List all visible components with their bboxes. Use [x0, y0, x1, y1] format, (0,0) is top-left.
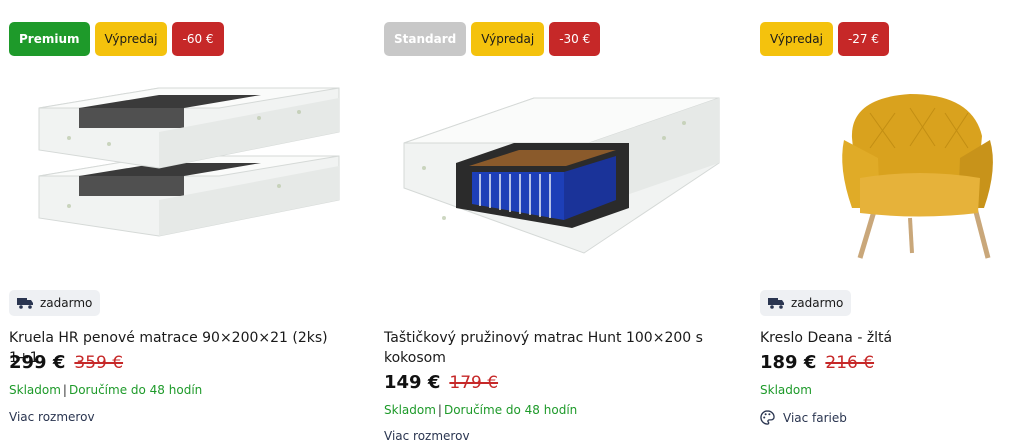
old-price: 359 €: [74, 353, 124, 373]
discount-badge: -27 €: [837, 22, 890, 56]
product-image[interactable]: [760, 68, 1024, 276]
palette-icon: [760, 410, 775, 425]
current-price: 189 €: [760, 352, 817, 373]
truck-icon: [768, 298, 784, 309]
pocket-spring-mattress-image: [403, 97, 720, 254]
stock-status: Skladom: [760, 383, 812, 397]
free-delivery-badge: zadarmo: [760, 290, 852, 316]
product-image[interactable]: [9, 68, 355, 276]
stock-status: Skladom | Doručíme do 48 hodín: [9, 383, 202, 397]
truck-icon: [17, 298, 33, 309]
discount-badge: -60 €: [172, 22, 224, 56]
sale-badge: Výpredaj: [471, 22, 545, 56]
more-sizes-link[interactable]: Viac rozmerov: [9, 410, 95, 424]
delivery-time: Doručíme do 48 hodín: [68, 383, 203, 397]
price-row: 149 € 179 €: [384, 372, 498, 393]
current-price: 299 €: [9, 352, 66, 373]
product-title[interactable]: Taštičkový pružinový matrac Hunt 100×200…: [384, 328, 730, 368]
delivery-time: Doručíme do 48 hodín: [443, 403, 578, 417]
product-card[interactable]: Premium Výpredaj -60 € zadarmo Kruela HR…: [9, 0, 355, 444]
product-image[interactable]: [384, 68, 730, 276]
more-sizes-label: Viac rozmerov: [9, 410, 95, 424]
price-row: 299 € 359 €: [9, 352, 123, 373]
standard-badge: Standard: [384, 22, 467, 56]
old-price: 216 €: [825, 353, 875, 373]
divider: |: [62, 383, 67, 397]
premium-badge: Premium: [9, 22, 90, 56]
badge-group: Výpredaj -27 €: [760, 22, 890, 56]
armchair-image: [842, 94, 993, 259]
badge-group: Premium Výpredaj -60 €: [9, 22, 224, 56]
stock-label: Skladom: [384, 403, 436, 417]
discount-badge: -30 €: [549, 22, 601, 56]
product-card[interactable]: Standard Výpredaj -30 € Taštičkový pruži…: [384, 0, 730, 444]
mattress-pair-image: [38, 87, 340, 237]
price-row: 189 € 216 €: [760, 352, 874, 373]
more-sizes-label: Viac rozmerov: [384, 429, 470, 443]
stock-label: Skladom: [760, 383, 812, 397]
delivery-label: zadarmo: [40, 296, 93, 310]
old-price: 179 €: [449, 373, 499, 393]
stock-status: Skladom | Doručíme do 48 hodín: [384, 403, 577, 417]
more-colors-label: Viac farieb: [783, 410, 847, 425]
stock-label: Skladom: [9, 383, 61, 397]
delivery-label: zadarmo: [791, 296, 844, 310]
current-price: 149 €: [384, 372, 441, 393]
badge-group: Standard Výpredaj -30 €: [384, 22, 601, 56]
more-sizes-link[interactable]: Viac rozmerov: [384, 429, 470, 443]
product-title[interactable]: Kreslo Deana - žltá: [760, 328, 1024, 348]
product-card[interactable]: Výpredaj -27 € zadarmo Kreslo Deana - žl…: [760, 0, 1024, 444]
sale-badge: Výpredaj: [760, 22, 833, 56]
divider: |: [437, 403, 442, 417]
sale-badge: Výpredaj: [94, 22, 168, 56]
free-delivery-badge: zadarmo: [9, 290, 101, 316]
more-colors-link[interactable]: Viac farieb: [760, 410, 847, 425]
